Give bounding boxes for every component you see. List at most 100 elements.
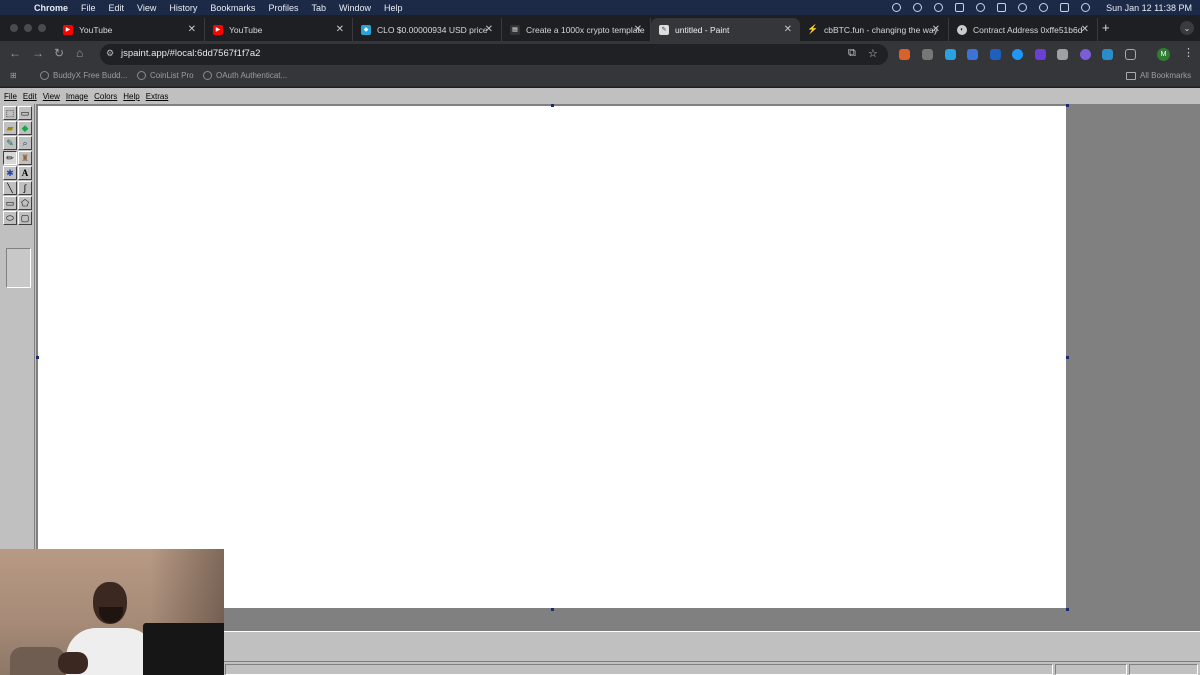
close-tab-icon[interactable]: ✕ <box>485 24 493 35</box>
forward-button[interactable]: → <box>32 46 44 60</box>
control-center-icon[interactable] <box>1060 3 1070 12</box>
paint-menu-colors[interactable]: Colors <box>94 92 117 101</box>
tab-contract-address[interactable]: ◐ Contract Address 0xffe51b6d ✕ <box>949 18 1098 41</box>
tab-untitled-paint[interactable]: ✎ untitled - Paint ✕ <box>651 18 800 41</box>
extensions-puzzle-icon[interactable] <box>1125 49 1136 60</box>
select-tool[interactable]: ▭ <box>18 106 32 120</box>
resize-handle-bottom-right[interactable] <box>1066 608 1069 611</box>
curve-tool[interactable]: ∫ <box>18 181 32 195</box>
line-tool[interactable]: ╲ <box>3 181 17 195</box>
back-button[interactable]: ← <box>9 46 21 60</box>
tab-youtube-1[interactable]: ▶ YouTube ✕ <box>55 18 205 41</box>
new-tab-button[interactable]: + <box>1102 20 1110 35</box>
profile-avatar[interactable]: M <box>1157 48 1170 61</box>
tab-youtube-2[interactable]: ▶ YouTube ✕ <box>205 18 353 41</box>
bookmark-oauth[interactable]: OAuth Authenticat... <box>203 71 287 80</box>
menubar-tab[interactable]: Tab <box>311 3 326 13</box>
chrome-menu-icon[interactable]: ⋮ <box>1183 46 1194 59</box>
extension-icon[interactable] <box>1012 49 1023 60</box>
menubar-bookmarks[interactable]: Bookmarks <box>210 3 255 13</box>
menubar-app-name[interactable]: Chrome <box>34 3 68 13</box>
apps-grid-icon[interactable]: ⊞ <box>10 71 17 80</box>
status-check-icon[interactable] <box>934 3 944 12</box>
bookmark-buddyx[interactable]: BuddyX Free Budd... <box>40 71 127 80</box>
eraser-tool[interactable]: ▰ <box>3 121 17 135</box>
pencil-tool[interactable]: ✏ <box>3 151 17 165</box>
folder-icon <box>1126 71 1136 80</box>
extension-shield-icon[interactable] <box>1057 49 1068 60</box>
rounded-rectangle-tool[interactable]: ▢ <box>18 211 32 225</box>
spotlight-icon[interactable] <box>1039 3 1049 12</box>
all-bookmarks-button[interactable]: All Bookmarks <box>1126 71 1191 80</box>
address-url[interactable]: jspaint.app/#local:6dd7567f1f7a2 <box>121 48 260 59</box>
minimize-window-button[interactable] <box>24 24 32 32</box>
magnifier-tool[interactable]: ⌕ <box>18 136 32 150</box>
menubar-file[interactable]: File <box>81 3 96 13</box>
zoom-window-button[interactable] <box>38 24 46 32</box>
text-tool[interactable]: A <box>18 166 32 180</box>
paint-menu-help[interactable]: Help <box>123 92 139 101</box>
paint-menu-image[interactable]: Image <box>66 92 88 101</box>
status-app-icon[interactable] <box>892 3 902 12</box>
menubar-clock[interactable]: Sun Jan 12 11:38 PM <box>1106 3 1192 13</box>
status-display-icon[interactable] <box>955 3 965 12</box>
paint-menu-file[interactable]: File <box>4 92 17 101</box>
resize-handle-right[interactable] <box>1066 356 1069 359</box>
tab-clo-price[interactable]: ◆ CLO $0.00000934 USD price ✕ <box>353 18 502 41</box>
status-text-cell <box>225 664 1053 675</box>
extension-icon[interactable] <box>1080 49 1091 60</box>
bluetooth-icon[interactable] <box>976 3 986 12</box>
rectangle-tool[interactable]: ▭ <box>3 196 17 210</box>
menubar-window[interactable]: Window <box>339 3 371 13</box>
close-tab-icon[interactable]: ✕ <box>1081 24 1089 35</box>
brush-tool[interactable]: ♜ <box>18 151 32 165</box>
home-button[interactable]: ⌂ <box>76 46 83 60</box>
free-form-select-tool[interactable]: ⬚ <box>3 106 17 120</box>
paint-menu-edit[interactable]: Edit <box>23 92 37 101</box>
paint-menu-view[interactable]: View <box>43 92 60 101</box>
resize-handle-bottom[interactable] <box>551 608 554 611</box>
bolt-icon: ⚡ <box>807 24 819 34</box>
tab-search-button[interactable]: ⌄ <box>1180 21 1194 35</box>
wifi-icon[interactable] <box>1018 3 1028 12</box>
paint-menu-extras[interactable]: Extras <box>146 92 169 101</box>
bookmark-label: OAuth Authenticat... <box>216 71 288 80</box>
extension-icon[interactable] <box>967 49 978 60</box>
close-tab-icon[interactable]: ✕ <box>634 24 642 35</box>
extension-icon[interactable] <box>1035 49 1046 60</box>
siri-icon[interactable] <box>1081 3 1091 12</box>
coin-icon: ◆ <box>361 24 371 35</box>
bookmark-coinlist[interactable]: CoinList Pro <box>137 71 194 80</box>
airbrush-tool[interactable]: ✱ <box>3 166 17 180</box>
tool-options-box[interactable] <box>6 248 31 288</box>
close-tab-icon[interactable]: ✕ <box>188 24 196 35</box>
menubar-profiles[interactable]: Profiles <box>268 3 298 13</box>
polygon-tool[interactable]: ⬠ <box>18 196 32 210</box>
extension-metamask-icon[interactable] <box>899 49 910 60</box>
close-tab-icon[interactable]: ✕ <box>784 24 792 35</box>
status-sync-icon[interactable] <box>913 3 923 12</box>
address-bar[interactable]: ⚙ jspaint.app/#local:6dd7567f1f7a2 ⧉ ☆ <box>100 44 888 65</box>
close-window-button[interactable] <box>10 24 18 32</box>
close-tab-icon[interactable]: ✕ <box>932 24 940 35</box>
bookmark-star-icon[interactable]: ☆ <box>868 47 878 60</box>
close-tab-icon[interactable]: ✕ <box>336 24 344 35</box>
tab-crypto-template[interactable]: ▤ Create a 1000x crypto template ✕ <box>502 18 651 41</box>
reload-button[interactable]: ↻ <box>54 46 64 60</box>
battery-icon[interactable] <box>997 3 1007 12</box>
extension-icon[interactable] <box>945 49 956 60</box>
menubar-help[interactable]: Help <box>384 3 403 13</box>
extension-icon[interactable] <box>990 49 1001 60</box>
menubar-history[interactable]: History <box>169 3 197 13</box>
extension-icon[interactable] <box>922 49 933 60</box>
ellipse-tool[interactable]: ⬭ <box>3 211 17 225</box>
fill-with-color-tool[interactable]: ◆ <box>18 121 32 135</box>
menubar-edit[interactable]: Edit <box>109 3 125 13</box>
install-app-icon[interactable]: ⧉ <box>848 47 856 60</box>
extension-icon[interactable] <box>1102 49 1113 60</box>
tab-cbbtc[interactable]: ⚡ cbBTC.fun - changing the way ✕ <box>800 18 949 41</box>
menubar-view[interactable]: View <box>137 3 156 13</box>
site-info-icon[interactable]: ⚙ <box>106 48 118 60</box>
pick-color-tool[interactable]: ✎ <box>3 136 17 150</box>
drawing-canvas[interactable] <box>38 106 1066 608</box>
